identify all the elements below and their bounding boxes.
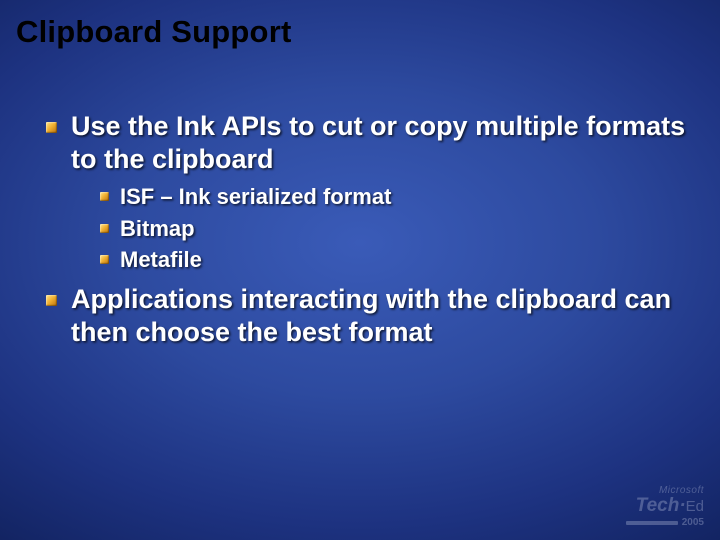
bullet-icon [46, 295, 57, 306]
sub-bullet-item: Metafile [100, 245, 690, 275]
slide-title: Clipboard Support [16, 14, 291, 50]
year-bar: 2005 [626, 518, 704, 528]
bullet-icon [100, 224, 109, 233]
bullet-icon [46, 122, 57, 133]
slide: Clipboard Support Use the Ink APIs to cu… [0, 0, 720, 540]
content-area: Use the Ink APIs to cut or copy multiple… [46, 110, 690, 351]
footer-logo: Microsoft Tech·Ed 2005 [626, 486, 704, 528]
sub-bullet-item: Bitmap [100, 214, 690, 244]
bullet-icon [100, 192, 109, 201]
brand-name: Tech·Ed [626, 496, 704, 515]
bullet-item: Applications interacting with the clipbo… [46, 283, 690, 349]
bullet-text: Bitmap [120, 214, 195, 244]
bullet-text: Metafile [120, 245, 202, 275]
brand-part-b: Ed [686, 498, 704, 515]
bullet-text: Applications interacting with the clipbo… [71, 283, 690, 349]
year-text: 2005 [682, 518, 704, 528]
bullet-text: ISF – Ink serialized format [120, 182, 391, 212]
bar-icon [626, 521, 678, 525]
bullet-icon [100, 255, 109, 264]
bullet-text: Use the Ink APIs to cut or copy multiple… [71, 110, 690, 176]
sub-bullet-item: ISF – Ink serialized format [100, 182, 690, 212]
brand-part-a: Tech· [636, 495, 686, 516]
bullet-item: Use the Ink APIs to cut or copy multiple… [46, 110, 690, 176]
